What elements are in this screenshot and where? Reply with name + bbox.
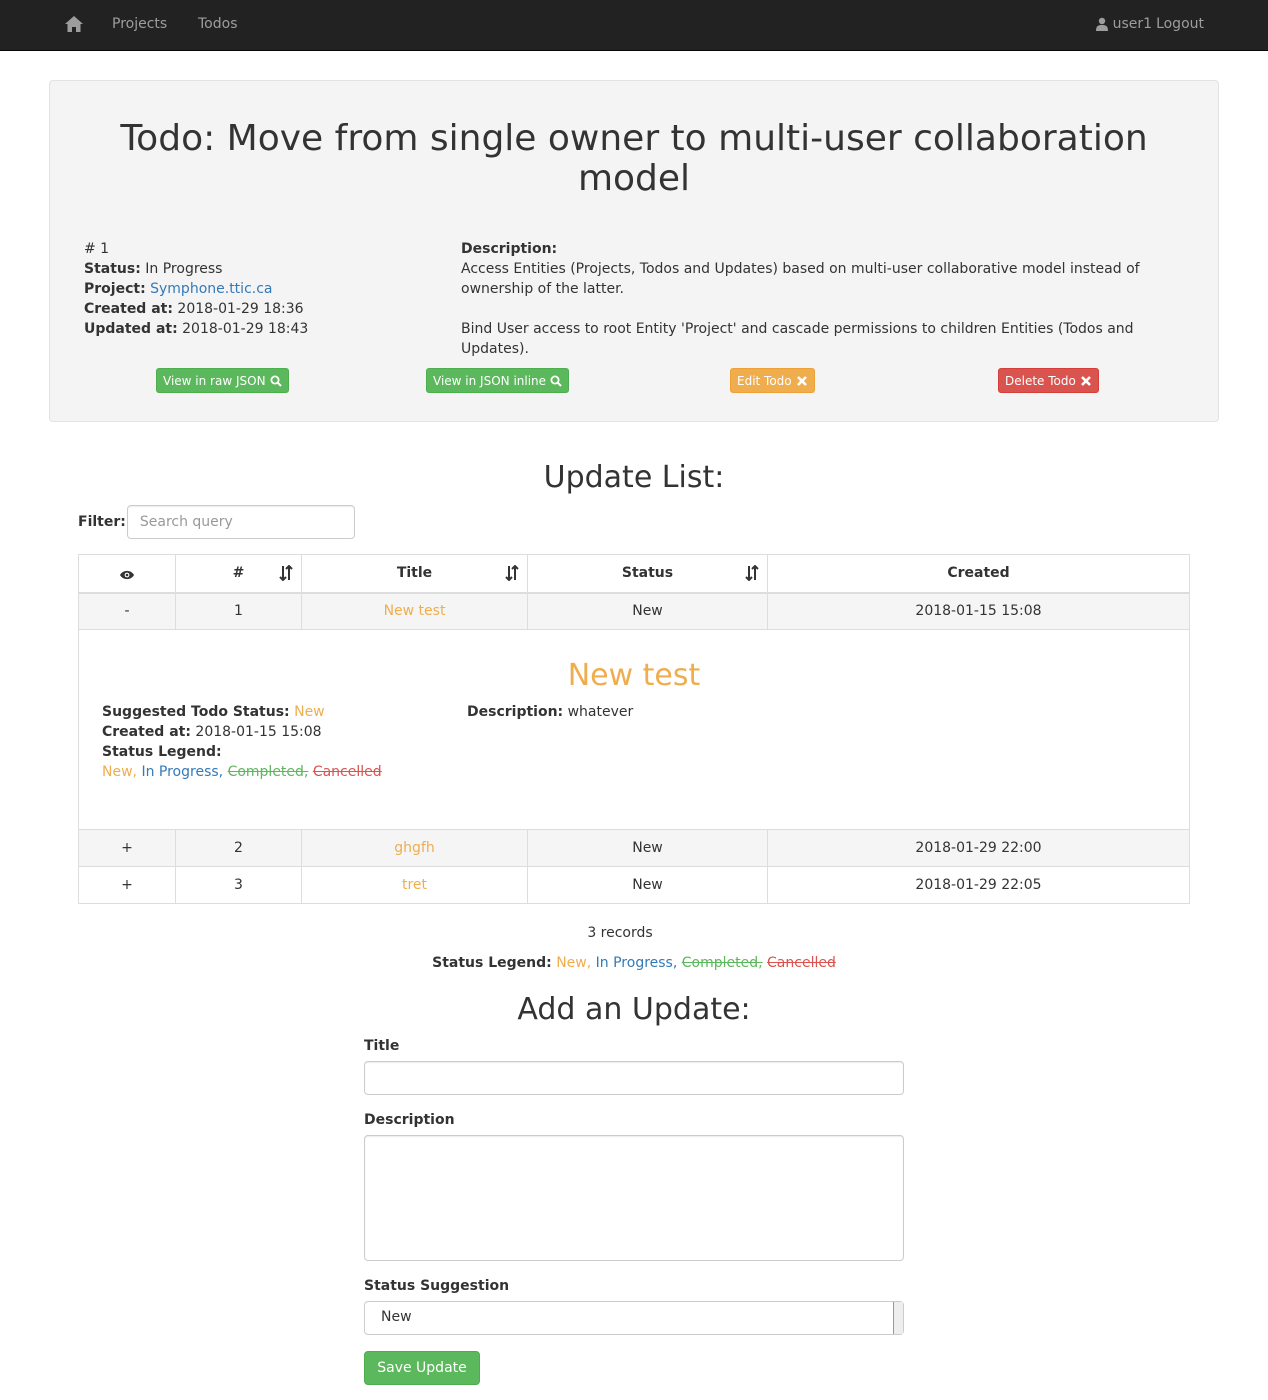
detail-title: New test (567, 658, 701, 693)
detail-suggested-status: New (294, 704, 325, 720)
nav-projects-link[interactable]: Projects (112, 16, 167, 32)
table-row: + 3 tret New 2018-01-29 22:05 (78, 866, 1190, 904)
save-update-button[interactable]: Save Update (364, 1351, 480, 1385)
close-icon (796, 375, 807, 386)
row-toggle[interactable]: + (78, 866, 176, 904)
user-icon (1095, 17, 1108, 31)
filter-label: Filter: (78, 514, 126, 530)
description-label: Description (364, 1112, 455, 1128)
eye-icon (120, 570, 134, 579)
nav-todos-link[interactable]: Todos (198, 16, 237, 32)
close-icon (1080, 375, 1091, 386)
sort-icon[interactable] (279, 565, 293, 581)
delete-todo-button[interactable]: Delete Todo (998, 368, 1099, 393)
nav-user-menu[interactable]: user1 Logout (1095, 16, 1204, 32)
sort-icon[interactable] (745, 565, 759, 581)
todo-description: Description: Access Entities (Projects, … (461, 241, 1140, 357)
column-header-title[interactable]: Title (301, 554, 528, 594)
navbar: Projects Todos user1 Logout (0, 0, 1268, 51)
status-suggestion-value: New (381, 1309, 412, 1325)
table-row: - 1 New test New 2018-01-15 15:08 (78, 592, 1190, 630)
view-json-inline-button[interactable]: View in JSON inline (426, 368, 570, 393)
status-suggestion-label: Status Suggestion (364, 1278, 510, 1294)
update-list-heading: Update List: (543, 460, 725, 495)
todo-project-link[interactable]: Symphone.ttic.ca (150, 281, 272, 297)
logout-link[interactable]: Logout (1156, 16, 1204, 32)
todo-updated: 2018-01-29 18:43 (182, 321, 309, 337)
row-number: 2 (175, 829, 302, 867)
sort-icon[interactable] (505, 565, 519, 581)
row-number: 3 (175, 866, 302, 904)
update-table: # Title Status Created - 1 New test New … (78, 554, 1190, 904)
row-title-link[interactable]: New test (384, 603, 446, 619)
detail-created: 2018-01-15 15:08 (195, 724, 322, 740)
chevron-down-icon[interactable] (893, 1302, 903, 1334)
status-suggestion-select[interactable]: New (364, 1301, 904, 1335)
filter-bar: Filter: (78, 505, 355, 539)
row-created: 2018-01-15 15:08 (767, 592, 1190, 630)
row-title-link[interactable]: ghgfh (394, 840, 434, 856)
title-label: Title (364, 1038, 400, 1054)
search-input[interactable] (126, 505, 355, 539)
todo-panel: Todo: Move from single owner to multi-us… (49, 80, 1219, 422)
records-count: 3 records (587, 925, 653, 941)
description-textarea[interactable] (364, 1135, 904, 1261)
row-created: 2018-01-29 22:00 (767, 829, 1190, 867)
add-update-heading: Add an Update: (517, 992, 751, 1027)
detail-status-legend: New, In Progress, Completed, Cancelled (102, 764, 382, 780)
row-created: 2018-01-29 22:05 (767, 866, 1190, 904)
search-icon (550, 375, 562, 387)
column-header-number[interactable]: # (175, 554, 302, 594)
column-header-created: Created (767, 554, 1190, 594)
row-detail: New test Suggested Todo Status: New Crea… (78, 629, 1190, 830)
row-status: New (527, 592, 768, 630)
column-header-toggle (78, 554, 176, 594)
column-header-status[interactable]: Status (527, 554, 768, 594)
status-field-group: Status Suggestion New (364, 1278, 904, 1335)
todo-id: # 1 (84, 241, 110, 257)
detail-meta: Suggested Todo Status: New Created at: 2… (102, 704, 382, 780)
row-status: New (527, 829, 768, 867)
row-status: New (527, 866, 768, 904)
page-title: Todo: Move from single owner to multi-us… (120, 118, 1148, 199)
todo-meta: # 1 Status: In Progress Project: Symphon… (84, 241, 309, 337)
status-legend: Status Legend: New, In Progress, Complet… (432, 955, 836, 971)
description-field-group: Description (364, 1112, 904, 1261)
table-row: + 2 ghgfh New 2018-01-29 22:00 (78, 829, 1190, 867)
username: user1 (1112, 16, 1153, 32)
row-toggle[interactable]: - (78, 592, 176, 630)
view-raw-json-button[interactable]: View in raw JSON (156, 368, 289, 393)
title-field-group: Title (364, 1038, 904, 1095)
edit-todo-button[interactable]: Edit Todo (730, 368, 815, 393)
todo-created: 2018-01-29 18:36 (177, 301, 304, 317)
detail-description: Description: whatever (467, 704, 634, 720)
row-number: 1 (175, 592, 302, 630)
search-icon (270, 375, 282, 387)
home-icon[interactable] (64, 14, 84, 34)
row-title-link[interactable]: tret (402, 877, 427, 893)
row-toggle[interactable]: + (78, 829, 176, 867)
todo-status: In Progress (145, 261, 223, 277)
title-input[interactable] (364, 1061, 904, 1095)
